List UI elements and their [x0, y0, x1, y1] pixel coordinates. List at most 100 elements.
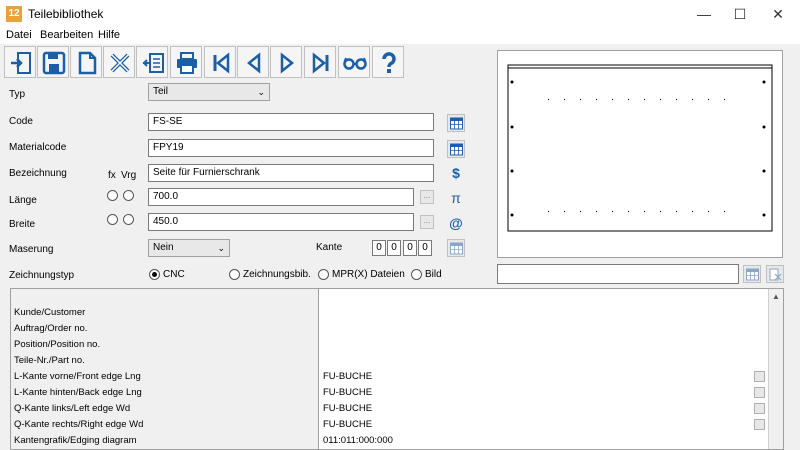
scroll-up-icon[interactable]: ▲ [772, 292, 780, 301]
materialcode-input[interactable]: FPY19 [148, 139, 434, 157]
zeichnungstyp-label: Zeichnungstyp [9, 270, 75, 281]
grid-property-value[interactable]: FU-BUCHE [319, 369, 769, 385]
zeichnungstyp-bild-radio[interactable] [411, 269, 422, 280]
maximize-button[interactable]: ☐ [724, 0, 756, 28]
laenge-input[interactable]: 700.0 [148, 188, 414, 206]
minimize-button[interactable]: — [688, 0, 720, 28]
exit-button[interactable] [4, 46, 36, 78]
zeichnungstyp-mprx-label: MPR(X) Dateien [332, 269, 405, 280]
grid-property-value-text: FU-BUCHE [323, 371, 373, 382]
dollar-icon[interactable]: $ [447, 164, 465, 182]
preview-button[interactable] [338, 46, 370, 78]
table-row[interactable]: Teile-Nr./Part no. [11, 353, 769, 369]
code-label: Code [9, 116, 33, 127]
grid-property-value-text: 011:011:000:000 [323, 435, 393, 446]
zeichnungstyp-mprx-radio[interactable] [318, 269, 329, 280]
bezeichnung-input[interactable]: Seite für Furnierschrank [148, 164, 434, 182]
grid-property-value[interactable] [319, 289, 769, 305]
table-row[interactable]: Position/Position no. [11, 337, 769, 353]
chevron-down-icon: ⌄ [217, 243, 225, 253]
grid-row-checkbox[interactable] [754, 403, 765, 414]
window-title: Teilebibliothek [28, 7, 104, 21]
at-icon[interactable]: @ [447, 214, 465, 232]
grid-row-checkbox[interactable] [754, 419, 765, 430]
table-row[interactable]: Auftrag/Order no. [11, 321, 769, 337]
typ-select[interactable]: Teil ⌄ [148, 83, 270, 101]
grid-property-value[interactable] [319, 321, 769, 337]
help-button[interactable] [372, 46, 404, 78]
table-row[interactable]: Kantengrafik/Edging diagram 011:011:000:0… [11, 433, 769, 449]
grid-property-value[interactable]: FU-BUCHE [319, 417, 769, 433]
table-row[interactable]: Kunde/Customer [11, 305, 769, 321]
last-record-button[interactable] [304, 46, 336, 78]
grid-scrollbar[interactable]: ▲ [768, 289, 783, 449]
table-row[interactable]: Q-Kante rechts/Right edge Wd FU-BUCHE [11, 417, 769, 433]
first-record-button[interactable] [204, 46, 236, 78]
grid-property-value-text: FU-BUCHE [323, 403, 373, 414]
grid-property-value[interactable]: FU-BUCHE [319, 401, 769, 417]
new-document-button[interactable] [70, 46, 102, 78]
drawing-preview [497, 50, 783, 258]
menu-hilfe[interactable]: Hilfe [98, 29, 120, 41]
code-input[interactable]: FS-SE [148, 113, 434, 131]
delete-button[interactable] [103, 46, 135, 78]
breite-input[interactable]: 450.0 [148, 213, 414, 231]
table-row[interactable]: Q-Kante links/Left edge Wd FU-BUCHE [11, 401, 769, 417]
laenge-fx-radio[interactable] [107, 190, 118, 201]
menu-bearbeiten[interactable]: Bearbeiten [40, 29, 93, 41]
pi-icon[interactable]: π [447, 189, 465, 207]
breite-fx-radio[interactable] [107, 214, 118, 225]
grid-property-label: L-Kante hinten/Back edge Lng [11, 385, 319, 401]
first-record-icon [213, 52, 230, 74]
drawing-table-button[interactable] [743, 265, 761, 283]
bezeichnung-label: Bezeichnung [9, 168, 67, 179]
kante-label: Kante [316, 242, 343, 253]
grid-property-value[interactable] [319, 337, 769, 353]
kante-back-input[interactable]: 0 [387, 240, 401, 256]
table-icon [450, 117, 463, 130]
code-table-button[interactable] [447, 114, 465, 132]
drawing-path-input[interactable] [497, 264, 739, 284]
menu-datei[interactable]: Datei [6, 29, 32, 41]
grid-row-checkbox[interactable] [754, 387, 765, 398]
kante-front-input[interactable]: 0 [372, 240, 386, 256]
laenge-formula-button[interactable]: ... [420, 190, 434, 204]
app-icon: 12 [6, 6, 22, 22]
zeichnungstyp-zeichnungsbib-radio[interactable] [229, 269, 240, 280]
breite-vrg-radio[interactable] [123, 214, 134, 225]
kante-table-button[interactable] [447, 239, 465, 257]
next-record-button[interactable] [270, 46, 302, 78]
main-window: 12 Teilebibliothek — ☐ ✕ Datei Bearbeite… [0, 0, 800, 450]
delete-icon [110, 53, 130, 73]
table-row[interactable] [11, 289, 769, 305]
maserung-select[interactable]: Nein ⌄ [148, 239, 230, 257]
kante-left-input[interactable]: 0 [403, 240, 417, 256]
properties-grid: Kunde/Customer Auftrag/Order no. Position/… [10, 288, 784, 450]
grid-property-label: L-Kante vorne/Front edge Lng [11, 369, 319, 385]
table-icon [450, 143, 463, 156]
table-row[interactable]: L-Kante hinten/Back edge Lng FU-BUCHE [11, 385, 769, 401]
table-row[interactable]: L-Kante vorne/Front edge Lng FU-BUCHE [11, 369, 769, 385]
grid-property-label: Q-Kante rechts/Right edge Wd [11, 417, 319, 433]
grid-property-value[interactable] [319, 305, 769, 321]
import-button[interactable] [136, 46, 168, 78]
grid-property-value[interactable] [319, 353, 769, 369]
drawing-clear-button[interactable] [766, 265, 784, 283]
close-button[interactable]: ✕ [762, 0, 794, 28]
save-button[interactable] [37, 46, 69, 78]
previous-record-button[interactable] [237, 46, 269, 78]
grid-property-value[interactable]: 011:011:000:000 [319, 433, 769, 449]
grid-property-label: Q-Kante links/Left edge Wd [11, 401, 319, 417]
materialcode-label: Materialcode [9, 142, 67, 153]
maserung-label: Maserung [9, 244, 54, 255]
materialcode-table-button[interactable] [447, 140, 465, 158]
grid-property-value[interactable]: FU-BUCHE [319, 385, 769, 401]
grid-row-checkbox[interactable] [754, 371, 765, 382]
breite-formula-button[interactable]: ... [420, 215, 434, 229]
laenge-vrg-radio[interactable] [123, 190, 134, 201]
print-button[interactable] [170, 46, 202, 78]
glasses-icon [343, 57, 367, 70]
zeichnungstyp-cnc-radio[interactable] [149, 269, 160, 280]
maserung-select-value: Nein [153, 242, 174, 253]
kante-right-input[interactable]: 0 [418, 240, 432, 256]
